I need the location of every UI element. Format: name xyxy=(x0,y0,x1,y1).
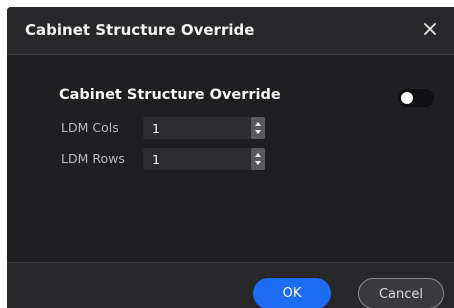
ok-button[interactable]: OK xyxy=(253,278,331,308)
close-icon[interactable] xyxy=(419,18,441,40)
ldm-rows-spin-arrows-icon[interactable] xyxy=(251,148,265,170)
dialog-title: Cabinet Structure Override xyxy=(25,21,255,39)
ldm-rows-label: LDM Rows xyxy=(61,151,125,166)
ldm-cols-label: LDM Cols xyxy=(61,120,119,135)
cabinet-structure-dialog: Cabinet Structure Override Cabinet Struc… xyxy=(7,7,454,308)
cancel-button[interactable]: Cancel xyxy=(358,278,444,308)
ldm-cols-stepper[interactable] xyxy=(143,117,265,139)
ldm-rows-stepper[interactable] xyxy=(143,148,265,170)
toggle-knob xyxy=(401,92,413,104)
dialog-titlebar: Cabinet Structure Override xyxy=(7,7,454,55)
ldm-cols-input[interactable] xyxy=(143,117,247,139)
dialog-footer: OK Cancel xyxy=(7,262,454,308)
override-toggle[interactable] xyxy=(398,89,434,107)
ldm-rows-input[interactable] xyxy=(143,148,247,170)
override-section-label: Cabinet Structure Override xyxy=(59,87,281,103)
ldm-cols-spin-arrows-icon[interactable] xyxy=(251,117,265,139)
